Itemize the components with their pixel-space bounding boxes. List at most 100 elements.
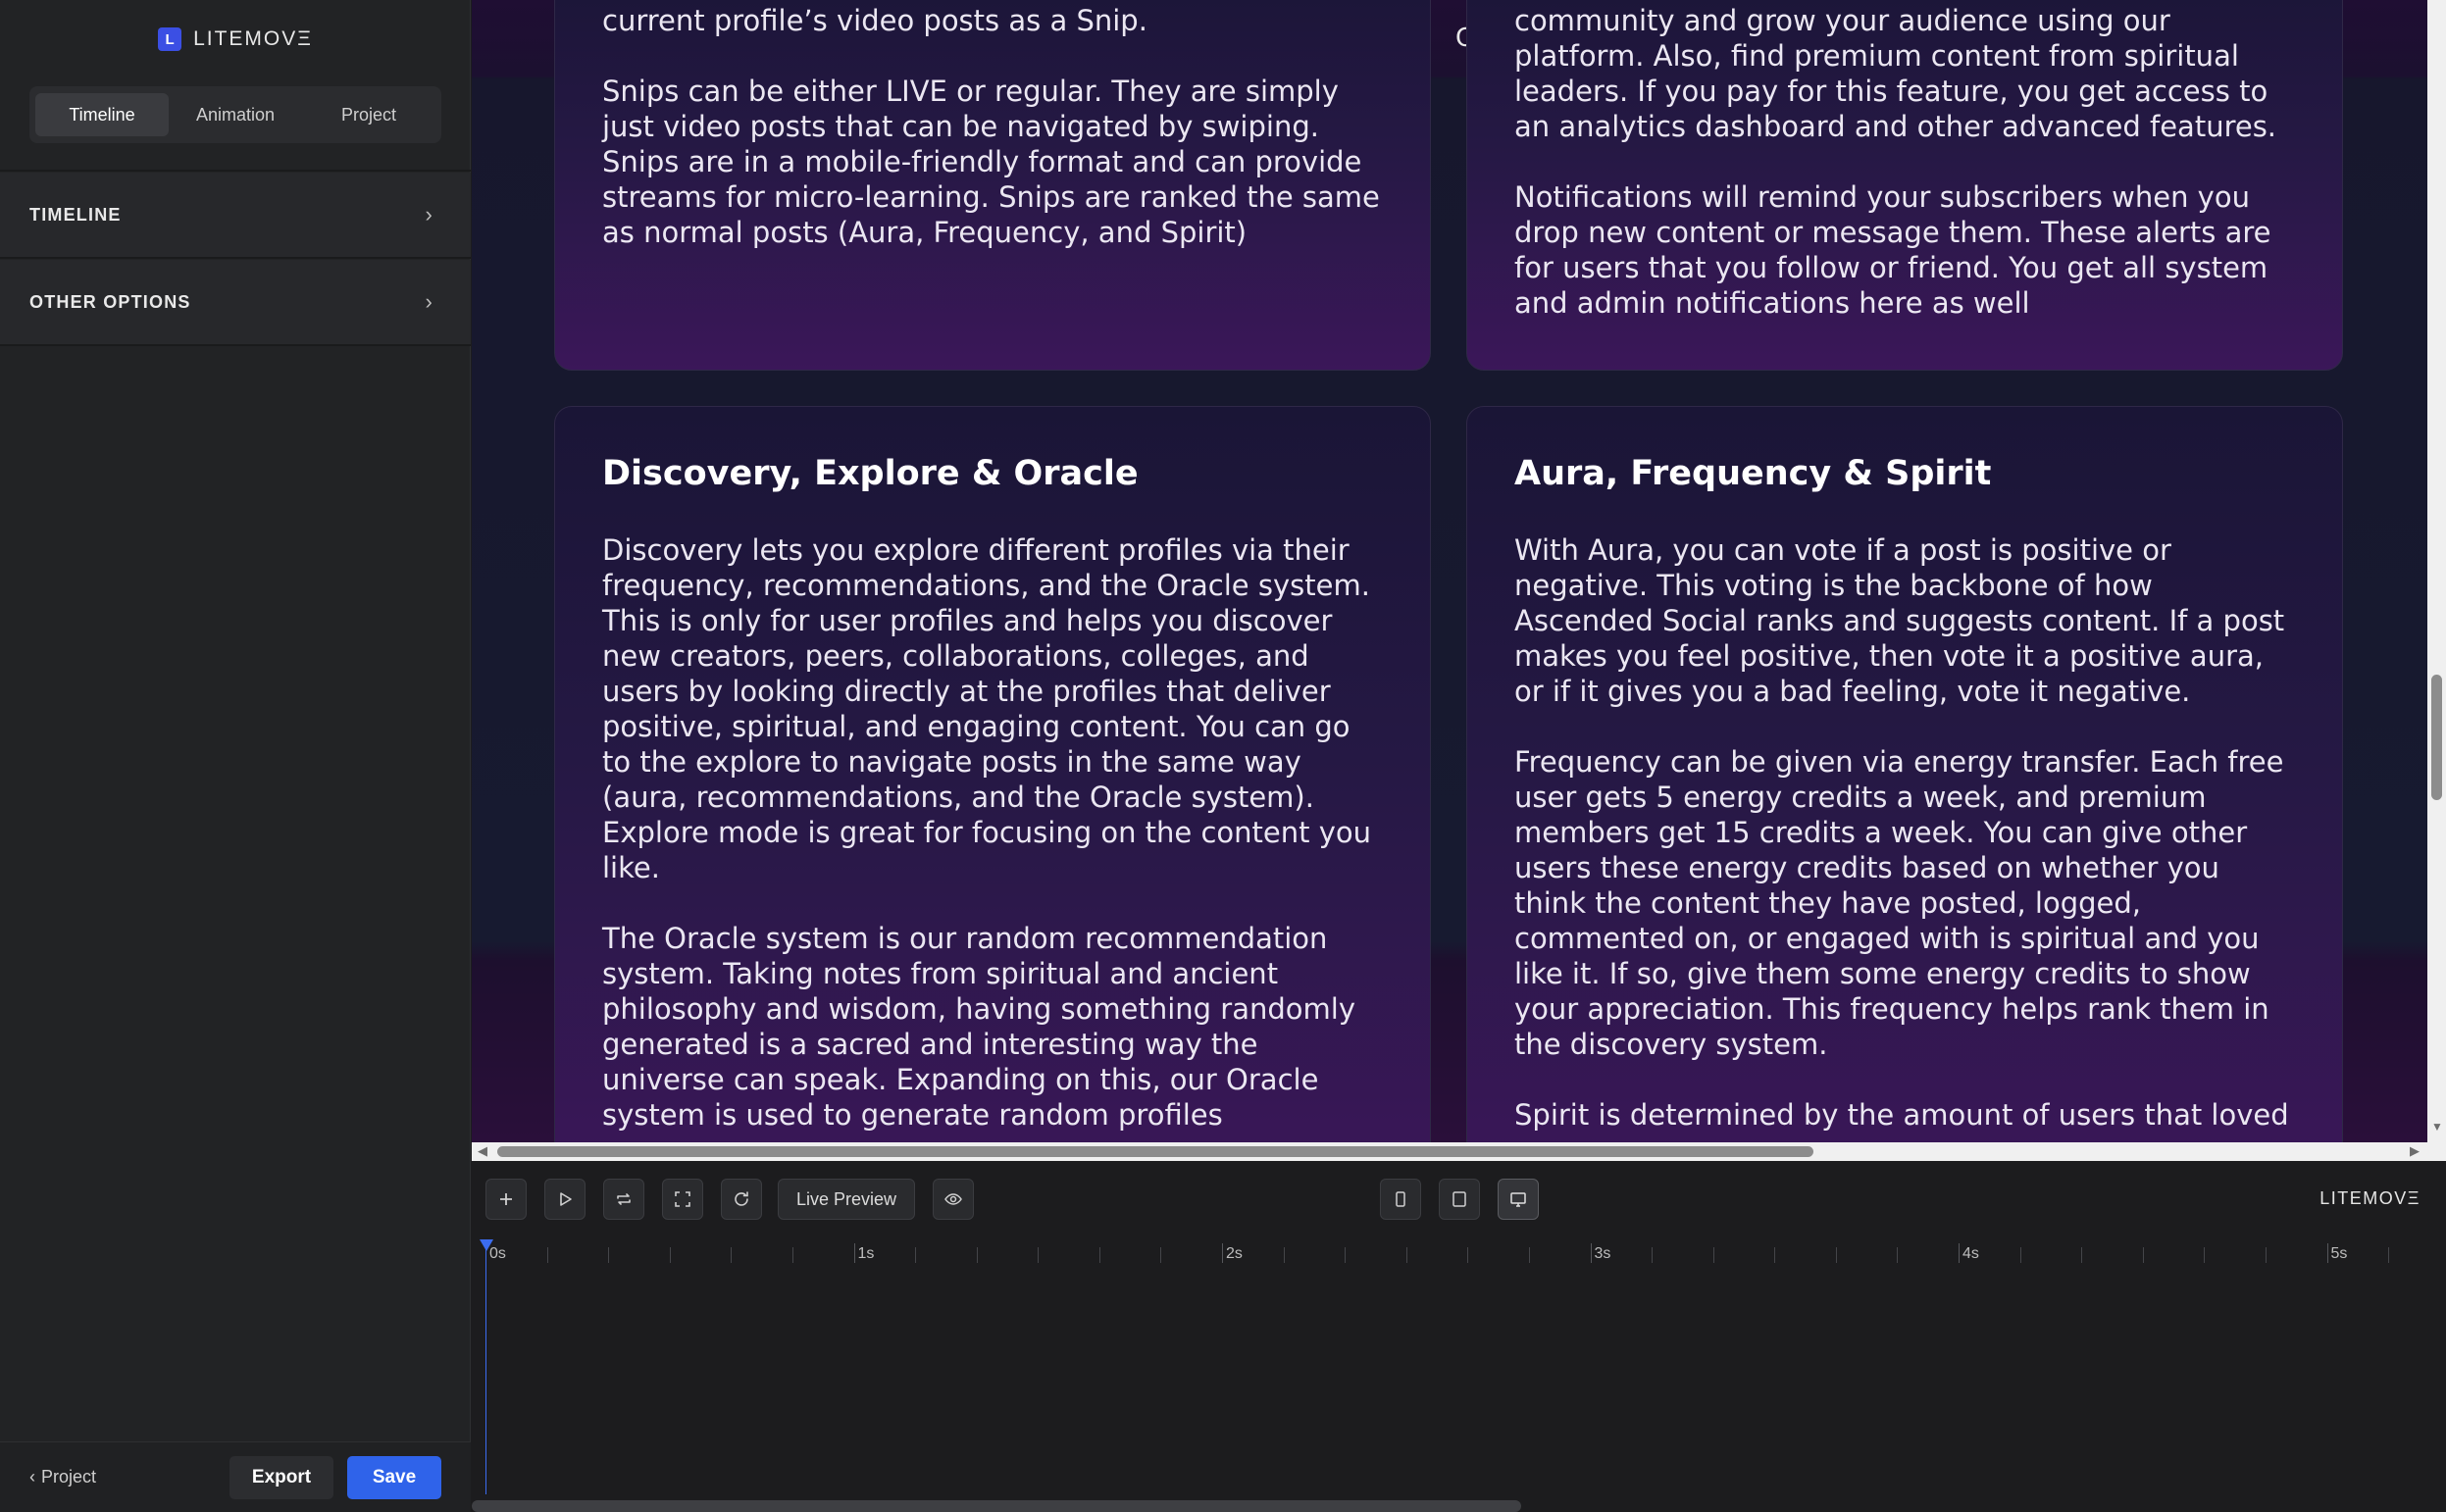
ruler-tick bbox=[1835, 1247, 1837, 1263]
ruler-tick bbox=[2142, 1247, 2144, 1263]
desktop-icon bbox=[1510, 1192, 1526, 1207]
ruler-tick bbox=[2326, 1243, 2328, 1263]
divider bbox=[0, 170, 471, 172]
scroll-down-arrow-icon[interactable]: ▼ bbox=[2431, 1120, 2443, 1134]
ruler-tick bbox=[1467, 1247, 1469, 1263]
card-body: current profile’s video posts as a Snip.… bbox=[602, 3, 1387, 285]
ruler-label: 5s bbox=[2330, 1245, 2348, 1262]
feature-card-snips: current profile’s video posts as a Snip.… bbox=[554, 0, 1431, 371]
ruler-tick bbox=[853, 1243, 855, 1263]
sidebar-tabs: Timeline Animation Project bbox=[29, 86, 441, 143]
card-title: Aura, Frequency & Spirit bbox=[1514, 454, 1992, 493]
ruler-tick bbox=[1222, 1243, 1223, 1263]
ruler-tick bbox=[669, 1247, 671, 1263]
scrollbar-corner bbox=[2427, 1142, 2446, 1161]
brand-name: LITEMOVΞ bbox=[193, 27, 313, 50]
section-timeline[interactable]: TIMELINE › bbox=[0, 173, 471, 257]
device-desktop-button[interactable] bbox=[1498, 1179, 1539, 1220]
card-body: Discovery lets you explore different pro… bbox=[602, 532, 1387, 1142]
brand-logo-icon: L bbox=[158, 27, 182, 51]
ruler-tick bbox=[1652, 1247, 1654, 1263]
chevron-right-icon: › bbox=[425, 289, 433, 314]
ruler-tick bbox=[1774, 1247, 1776, 1263]
ruler-label: 3s bbox=[1594, 1245, 1611, 1262]
section-timeline-label: TIMELINE bbox=[29, 204, 122, 225]
loop-icon bbox=[617, 1193, 631, 1205]
tab-timeline[interactable]: Timeline bbox=[35, 93, 169, 136]
preview-canvas[interactable]: C current profile’s video posts as a Sni… bbox=[472, 0, 2427, 1142]
play-button[interactable] bbox=[544, 1179, 586, 1220]
ruler-tick bbox=[1160, 1247, 1162, 1263]
scrollbar-thumb[interactable] bbox=[472, 1500, 1521, 1512]
export-button[interactable]: Export bbox=[229, 1456, 333, 1499]
feature-card-notifications: community and grow your audience using o… bbox=[1466, 0, 2343, 371]
preview-horizontal-scrollbar[interactable]: ◀ ▶ bbox=[472, 1142, 2427, 1161]
ruler-tick bbox=[1098, 1247, 1100, 1263]
section-other-options[interactable]: OTHER OPTIONS › bbox=[0, 260, 471, 344]
refresh-button[interactable] bbox=[721, 1179, 762, 1220]
playhead-marker[interactable] bbox=[480, 1239, 493, 1251]
ruler-tick bbox=[2081, 1247, 2083, 1263]
left-sidebar: L LITEMOVΞ Timeline Animation Project TI… bbox=[0, 0, 471, 1512]
ruler-tick bbox=[2388, 1247, 2390, 1263]
chevron-left-icon: ‹ bbox=[29, 1467, 35, 1487]
section-other-options-label: OTHER OPTIONS bbox=[29, 291, 191, 312]
ruler-tick bbox=[1405, 1247, 1407, 1263]
ruler-tick bbox=[791, 1247, 793, 1263]
scroll-right-arrow-icon[interactable]: ▶ bbox=[2410, 1143, 2420, 1159]
ruler-tick bbox=[1038, 1247, 1040, 1263]
ruler-tick bbox=[546, 1247, 548, 1263]
save-button[interactable]: Save bbox=[347, 1456, 441, 1499]
device-mobile-button[interactable] bbox=[1380, 1179, 1421, 1220]
brand: L LITEMOVΞ bbox=[0, 27, 471, 51]
fullscreen-button[interactable] bbox=[662, 1179, 703, 1220]
card-paragraph: Frequency can be given via energy transf… bbox=[1514, 745, 2284, 1061]
card-body: community and grow your audience using o… bbox=[1514, 3, 2299, 356]
ruler-label: 4s bbox=[1962, 1245, 1979, 1262]
card-paragraph: Spirit is determined by the amount of us… bbox=[1514, 1098, 2289, 1132]
ruler-tick bbox=[976, 1247, 978, 1263]
ruler-tick bbox=[2265, 1247, 2267, 1263]
preview-visibility-button[interactable] bbox=[933, 1179, 974, 1220]
timeline-ruler[interactable]: 0s 1s 2s 3s 4s 5s bbox=[472, 1237, 2446, 1277]
mobile-icon bbox=[1396, 1191, 1405, 1207]
tab-animation[interactable]: Animation bbox=[169, 93, 302, 136]
feature-card-discovery: Discovery, Explore & Oracle Discovery le… bbox=[554, 406, 1431, 1142]
timeline-brand: LITEMOVΞ bbox=[2319, 1188, 2421, 1208]
scrollbar-thumb[interactable] bbox=[497, 1146, 1813, 1157]
ruler-tick bbox=[915, 1247, 917, 1263]
back-link-label: Project bbox=[41, 1467, 97, 1487]
playhead[interactable] bbox=[485, 1247, 486, 1512]
ruler-tick bbox=[1712, 1247, 1714, 1263]
ruler-tick bbox=[2019, 1247, 2021, 1263]
timeline-panel: Live Preview LITEMOVΞ 0s 1s 2s 3s 4s 5s bbox=[472, 1161, 2446, 1512]
scrollbar-thumb[interactable] bbox=[2431, 675, 2442, 800]
device-tablet-button[interactable] bbox=[1439, 1179, 1480, 1220]
tab-project[interactable]: Project bbox=[302, 93, 435, 136]
refresh-icon bbox=[735, 1191, 748, 1206]
feature-card-aura: Aura, Frequency & Spirit With Aura, you … bbox=[1466, 406, 2343, 1142]
eye-icon bbox=[944, 1193, 962, 1205]
plus-icon bbox=[500, 1193, 512, 1205]
preview-vertical-scrollbar[interactable]: ▼ bbox=[2427, 0, 2446, 1142]
ruler-label: 2s bbox=[1226, 1245, 1243, 1262]
loop-button[interactable] bbox=[603, 1179, 644, 1220]
ruler-tick bbox=[1897, 1247, 1899, 1263]
card-paragraph: current profile’s video posts as a Snip. bbox=[602, 4, 1147, 37]
ruler-tick bbox=[1345, 1247, 1347, 1263]
tablet-icon bbox=[1452, 1191, 1466, 1207]
chevron-right-icon: › bbox=[425, 202, 433, 227]
scroll-left-arrow-icon[interactable]: ◀ bbox=[478, 1143, 487, 1159]
ruler-tick bbox=[1283, 1247, 1285, 1263]
timeline-horizontal-scrollbar[interactable] bbox=[472, 1494, 2446, 1512]
ruler-tick bbox=[608, 1247, 610, 1263]
divider bbox=[0, 257, 471, 259]
card-paragraph: With Aura, you can vote if a post is pos… bbox=[1514, 533, 2285, 708]
card-paragraph: community and grow your audience using o… bbox=[1514, 4, 2277, 143]
add-button[interactable] bbox=[485, 1179, 527, 1220]
fullscreen-icon bbox=[675, 1191, 690, 1207]
ruler-tick bbox=[2204, 1247, 2206, 1263]
back-to-project-link[interactable]: ‹ Project bbox=[29, 1467, 96, 1487]
live-preview-button[interactable]: Live Preview bbox=[778, 1179, 915, 1220]
card-body: With Aura, you can vote if a post is pos… bbox=[1514, 532, 2299, 1142]
